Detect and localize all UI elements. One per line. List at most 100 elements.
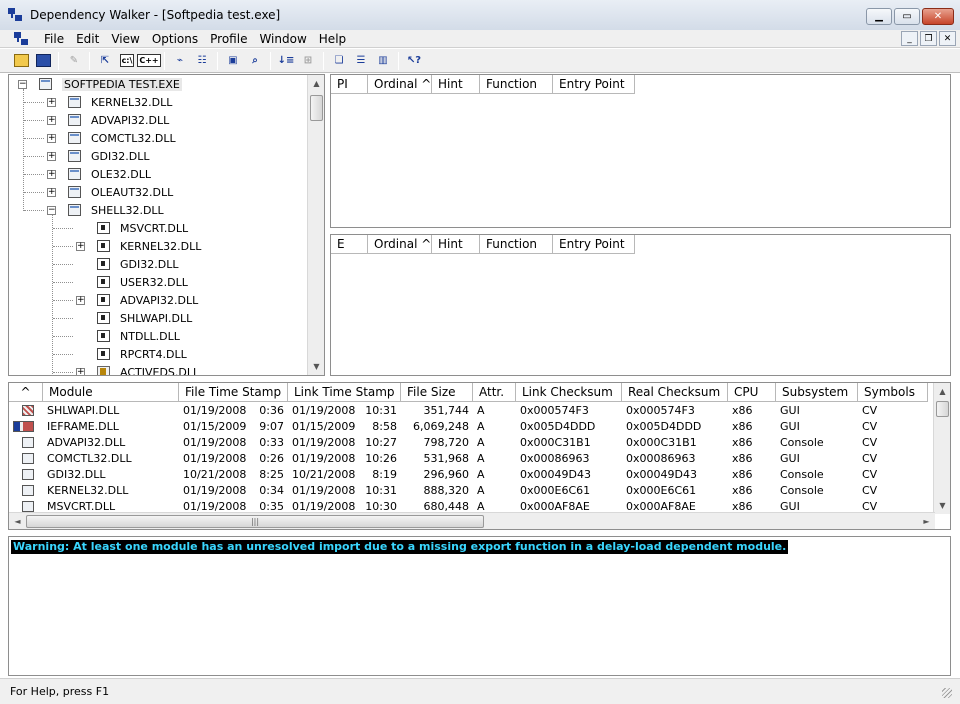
exports-list[interactable]: E Ordinal ^ Hint Function Entry Point (330, 234, 951, 376)
column-link-checksum[interactable]: Link Checksum (516, 383, 622, 402)
tree-item[interactable]: + COMCTL32.DLL (47, 129, 176, 147)
collapse-toggle[interactable]: − (18, 79, 27, 89)
child-restore-button[interactable]: ❐ (920, 31, 937, 46)
sort-button[interactable]: ↓≡ (275, 51, 297, 71)
module-row[interactable]: GDI32.DLL 10/21/2008 8:25 10/21/2008 8:19 296… (9, 467, 929, 483)
column-hint[interactable]: Hint (432, 75, 480, 94)
module-icon (22, 485, 34, 496)
resize-grip-icon[interactable] (942, 688, 952, 698)
tree-item[interactable]: + OLE32.DLL (47, 165, 151, 183)
save-button[interactable] (32, 51, 54, 71)
parent-imports-list[interactable]: PI Ordinal ^ Hint Function Entry Point (330, 74, 951, 228)
tree-item[interactable]: + ACTIVEDS.DLL (76, 363, 199, 375)
expand-toggle[interactable]: + (47, 133, 56, 143)
tree-item[interactable]: + GDI32.DLL (47, 147, 149, 165)
context-help-button[interactable]: ↖? (403, 51, 425, 71)
tree-item[interactable]: − SHELL32.DLL (47, 201, 164, 219)
tree-vertical-scrollbar[interactable]: ▲ ▼ (307, 75, 324, 375)
tree-item[interactable]: GDI32.DLL (76, 255, 178, 273)
column-pi[interactable]: PI (331, 75, 368, 94)
close-button[interactable]: ✕ (922, 8, 954, 25)
minimize-button[interactable]: ▁ (866, 8, 892, 25)
tree-item[interactable]: NTDLL.DLL (76, 327, 180, 345)
column-module[interactable]: Module (43, 383, 179, 402)
tree-item[interactable]: SHLWAPI.DLL (76, 309, 192, 327)
column-ordinal[interactable]: Ordinal ^ (368, 235, 432, 254)
scroll-up-icon[interactable]: ▲ (308, 75, 324, 92)
tree-item[interactable]: + OLEAUT32.DLL (47, 183, 173, 201)
scroll-thumb[interactable] (310, 95, 323, 121)
menu-view[interactable]: View (105, 32, 145, 46)
module-rcs: 0x000574F3 (626, 404, 695, 417)
tree-item[interactable]: RPCRT4.DLL (76, 345, 187, 363)
column-entry-point[interactable]: Entry Point (553, 235, 635, 254)
tree-item[interactable]: + ADVAPI32.DLL (76, 291, 198, 309)
column-attr[interactable]: Attr. (473, 383, 516, 402)
expand-toggle[interactable]: + (47, 169, 56, 179)
find-parent-button[interactable]: ⇱ (94, 51, 116, 71)
column-file-time-stamp[interactable]: File Time Stamp (179, 383, 288, 402)
column-function[interactable]: Function (480, 75, 553, 94)
expand-all-button[interactable]: ⊞ (297, 51, 319, 71)
copy-button[interactable]: ✎ (63, 51, 85, 71)
module-row[interactable]: IEFRAME.DLL 01/15/2009 9:07 01/15/2009 8:58 6… (9, 419, 929, 435)
expand-toggle[interactable]: + (47, 97, 56, 107)
tree-item[interactable]: + ADVAPI32.DLL (47, 111, 169, 129)
module-list-vertical-scrollbar[interactable]: ▲ ▼ (933, 383, 950, 514)
module-dependency-tree[interactable]: − SOFTPEDIA TEST.EXE + KERNEL32.DLL + ADVAPI3… (8, 74, 325, 376)
expand-toggle[interactable]: + (47, 115, 56, 125)
menu-file[interactable]: File (38, 32, 70, 46)
tile-horizontal-button[interactable]: ☰ (350, 51, 372, 71)
column-subsystem[interactable]: Subsystem (776, 383, 858, 402)
column-cpu[interactable]: CPU (728, 383, 776, 402)
expand-toggle[interactable]: + (47, 187, 56, 197)
expand-toggle[interactable]: + (47, 151, 56, 161)
menu-window[interactable]: Window (253, 32, 312, 46)
menu-options[interactable]: Options (146, 32, 204, 46)
module-row[interactable]: COMCTL32.DLL 01/19/2008 0:26 01/19/2008 10:2… (9, 451, 929, 467)
tree-root-item[interactable]: − SOFTPEDIA TEST.EXE (18, 75, 182, 93)
cascade-button[interactable]: ❏ (328, 51, 350, 71)
module-icon (68, 150, 81, 162)
column-file-size[interactable]: File Size (401, 383, 473, 402)
column-ordinal[interactable]: Ordinal ^ (368, 75, 432, 94)
column-function[interactable]: Function (480, 235, 553, 254)
column-symbols[interactable]: Symbols (858, 383, 928, 402)
module-list[interactable]: ▲ ▼ ◄ ||| ► ^ Module File Time Stamp Link T… (8, 382, 951, 530)
maximize-button[interactable]: ▭ (894, 8, 920, 25)
tree-item[interactable]: MSVCRT.DLL (76, 219, 188, 237)
child-minimize-button[interactable]: _ (901, 31, 918, 46)
column-sort[interactable]: ^ (9, 383, 43, 402)
tree-item[interactable]: + KERNEL32.DLL (76, 237, 201, 255)
column-link-time-stamp[interactable]: Link Time Stamp (288, 383, 401, 402)
module-row[interactable]: MSVCRT.DLL 01/19/2008 0:35 01/19/2008 10:30 6… (9, 499, 929, 515)
expand-toggle[interactable]: − (47, 205, 56, 215)
module-row[interactable]: ADVAPI32.DLL 01/19/2008 0:33 01/19/2008 10:2… (9, 435, 929, 451)
open-button[interactable] (10, 51, 32, 71)
expand-toggle[interactable]: + (76, 295, 85, 305)
menu-profile[interactable]: Profile (204, 32, 253, 46)
undecorate-cpp-button[interactable]: C++ (137, 51, 161, 71)
expand-toggle[interactable]: + (76, 241, 85, 251)
module-row[interactable]: SHLWAPI.DLL 01/19/2008 0:36 01/19/2008 10:31… (9, 403, 929, 419)
tree-item[interactable]: USER32.DLL (76, 273, 188, 291)
column-hint[interactable]: Hint (432, 235, 480, 254)
child-close-button[interactable]: ✕ (939, 31, 956, 46)
tree-item[interactable]: + KERNEL32.DLL (47, 93, 172, 111)
column-real-checksum[interactable]: Real Checksum (622, 383, 728, 402)
log-pane[interactable]: Warning: At least one module has an unre… (8, 536, 951, 676)
scroll-down-icon[interactable]: ▼ (308, 358, 324, 375)
profile-button[interactable]: ⌁ (169, 51, 191, 71)
properties-button[interactable]: ☷ (191, 51, 213, 71)
expand-toggle[interactable]: + (76, 367, 85, 375)
menu-help[interactable]: Help (313, 32, 352, 46)
tile-vertical-button[interactable]: ▥ (372, 51, 394, 71)
external-viewer-button[interactable]: ⌕ (244, 51, 266, 71)
module-row[interactable]: KERNEL32.DLL 01/19/2008 0:34 01/19/2008 10:3… (9, 483, 929, 499)
document-icon[interactable] (14, 32, 30, 45)
full-paths-button[interactable]: c:\ (116, 51, 138, 71)
column-entry-point[interactable]: Entry Point (553, 75, 635, 94)
system-info-button[interactable]: ▣ (222, 51, 244, 71)
menu-edit[interactable]: Edit (70, 32, 105, 46)
column-e[interactable]: E (331, 235, 368, 254)
